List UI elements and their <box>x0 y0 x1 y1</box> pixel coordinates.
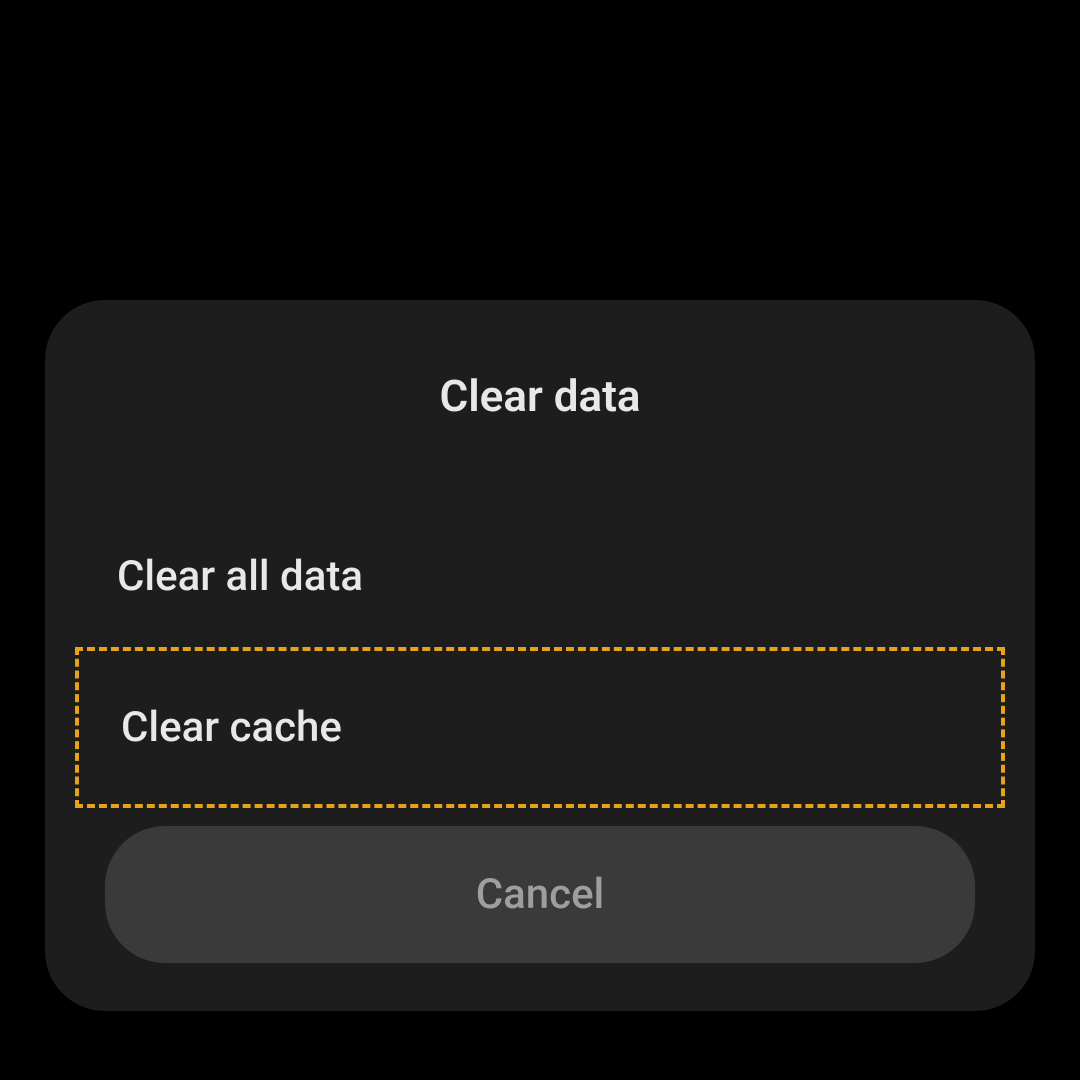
clear-all-data-option[interactable]: Clear all data <box>45 512 1035 641</box>
option-label: Clear all data <box>117 552 363 601</box>
dialog-title: Clear data <box>45 370 1035 422</box>
cancel-button[interactable]: Cancel <box>105 826 975 963</box>
option-label: Clear cache <box>121 703 342 752</box>
clear-data-dialog: Clear data Clear all data Clear cache Ca… <box>45 300 1035 1011</box>
highlight-indicator: Clear cache <box>75 647 1005 808</box>
clear-cache-option[interactable]: Clear cache <box>75 647 1005 808</box>
cancel-label: Cancel <box>476 870 605 919</box>
